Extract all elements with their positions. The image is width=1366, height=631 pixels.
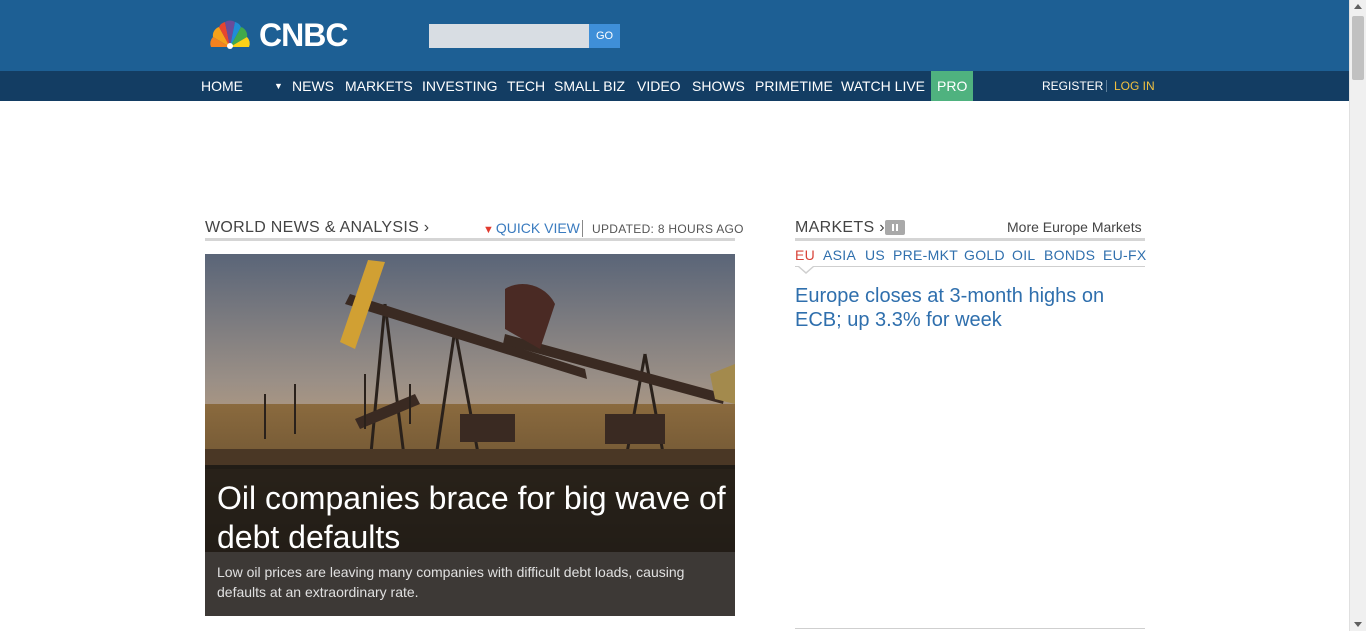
search-go-button[interactable]: GO — [589, 24, 620, 48]
scroll-up-arrow-icon[interactable] — [1354, 4, 1362, 9]
tab-eu-fx[interactable]: EU-FX — [1103, 247, 1147, 263]
market-headline-link[interactable]: Europe closes at 3-month highs on ECB; u… — [795, 284, 1135, 332]
section-rule — [795, 628, 1145, 629]
header-bar: CNBC GO — [0, 0, 1349, 71]
triangle-down-icon: ▼ — [483, 224, 494, 236]
hero-headline[interactable]: Oil companies brace for big wave of debt… — [217, 479, 727, 557]
updated-timestamp: UPDATED: 8 HOURS AGO — [592, 222, 744, 236]
tab-eu[interactable]: EU — [795, 247, 815, 263]
scroll-down-arrow-icon[interactable] — [1354, 622, 1362, 627]
nav-home[interactable]: HOME — [201, 71, 243, 101]
quick-view-label: QUICK VIEW — [495, 220, 580, 236]
nav-investing[interactable]: INVESTING — [422, 71, 497, 101]
tab-asia[interactable]: ASIA — [823, 247, 856, 263]
page-scrollbar[interactable] — [1349, 0, 1366, 631]
markets-title[interactable]: MARKETS › — [795, 219, 885, 237]
main-nav: HOME ▼ NEWS MARKETS INVESTING TECH SMALL… — [0, 71, 1349, 101]
nav-divider — [1106, 80, 1107, 92]
section-rule — [205, 238, 735, 241]
tab-pre-mkt[interactable]: PRE-MKT — [893, 247, 958, 263]
nav-tech[interactable]: TECH — [507, 71, 545, 101]
hero-summary: Low oil prices are leaving many companie… — [217, 564, 685, 600]
scrollbar-thumb[interactable] — [1352, 16, 1364, 80]
tab-bonds[interactable]: BONDS — [1044, 247, 1095, 263]
pause-icon[interactable] — [885, 220, 905, 235]
nav-small-biz[interactable]: SMALL BIZ — [554, 71, 625, 101]
tab-us[interactable]: US — [865, 247, 885, 263]
nav-pro[interactable]: PRO — [931, 71, 974, 101]
nav-news[interactable]: NEWS — [292, 71, 334, 101]
nav-markets[interactable]: MARKETS — [345, 71, 413, 101]
nav-shows[interactable]: SHOWS — [692, 71, 745, 101]
register-link[interactable]: REGISTER — [1042, 71, 1103, 101]
nav-video[interactable]: VIDEO — [637, 71, 681, 101]
more-europe-markets-link[interactable]: More Europe Markets — [1007, 219, 1142, 235]
hero-summary-panel: Low oil prices are leaving many companie… — [205, 552, 735, 616]
nav-watch-live[interactable]: WATCH LIVE — [841, 71, 925, 101]
hero-headline-panel: Oil companies brace for big wave of debt… — [205, 465, 735, 555]
nav-primetime[interactable]: PRIMETIME — [755, 71, 833, 101]
tab-oil[interactable]: OIL — [1012, 247, 1035, 263]
chevron-down-icon[interactable]: ▼ — [274, 71, 283, 101]
search-input[interactable] — [429, 24, 589, 48]
peacock-icon — [210, 20, 250, 49]
quick-view-toggle[interactable]: ▼ QUICK VIEW — [483, 220, 580, 236]
logo-text: CNBC — [259, 17, 348, 53]
tab-rule — [795, 266, 1145, 267]
world-news-title[interactable]: WORLD NEWS & ANALYSIS › — [205, 219, 429, 237]
hero-story[interactable]: Oil companies brace for big wave of debt… — [205, 254, 735, 616]
section-rule — [795, 238, 1145, 241]
login-link[interactable]: LOG IN — [1114, 71, 1155, 101]
cnbc-logo[interactable]: CNBC — [205, 18, 395, 52]
tab-gold[interactable]: GOLD — [964, 247, 1005, 263]
divider — [582, 220, 583, 237]
